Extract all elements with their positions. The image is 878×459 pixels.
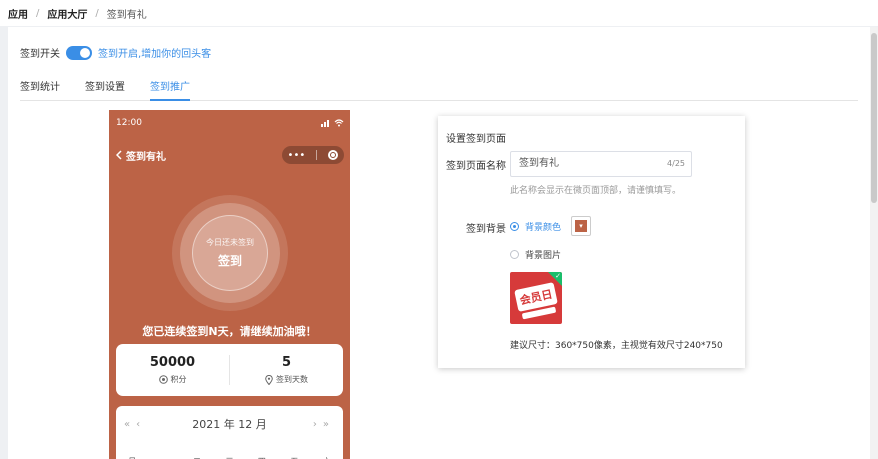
calendar-year-unit: 年 — [223, 418, 235, 431]
scrollbar-thumb[interactable] — [871, 33, 877, 203]
points-label-row: 积分 — [116, 374, 229, 385]
calendar-header: «‹ 2021 年 12 月 ›» — [116, 416, 343, 432]
bg-color-radio[interactable] — [510, 221, 519, 231]
location-pin-icon — [265, 374, 273, 385]
bg-color-picker[interactable]: ▾ — [571, 216, 592, 236]
main-panel: 签到开关 签到开启,增加你的回头客 签到统计 签到设置 签到推广 12:00 签… — [8, 27, 870, 459]
signin-switch-hint: 签到开启,增加你的回头客 — [98, 49, 212, 60]
sign-status-text: 今日还未签到 — [206, 238, 254, 247]
settings-card: 设置签到页面 签到页面名称 签到有礼 4/25 此名称会显示在微页面顶部，请谨慎… — [438, 116, 745, 368]
capsule-divider — [316, 150, 318, 160]
tab-bar: 签到统计 签到设置 签到推广 — [20, 79, 858, 101]
points-value: 50000 — [149, 355, 196, 370]
calendar-next-nav[interactable]: ›» — [313, 419, 335, 430]
bg-color-option[interactable]: 背景颜色 ▾ — [510, 216, 592, 236]
status-icons — [321, 118, 344, 128]
days-stat: 5 签到天数 — [230, 355, 343, 385]
breadcrumb-current: 签到有礼 — [106, 9, 147, 21]
stats-card: 50000 积分 5 签到天数 — [116, 344, 343, 396]
check-icon: ✓ — [555, 272, 561, 280]
background-image-thumbnail[interactable]: 会员日 ✓ — [510, 272, 562, 324]
breadcrumb-apps[interactable]: 应用 — [8, 6, 28, 21]
phone-header: 签到有礼 ••• — [116, 146, 344, 164]
signin-switch-row: 签到开关 签到开启,增加你的回头客 — [20, 45, 211, 60]
sign-in-button[interactable]: 今日还未签到 签到 — [192, 215, 268, 291]
page-name-tip: 此名称会显示在微页面顶部，请谨慎填写。 — [510, 186, 682, 196]
days-label: 签到天数 — [276, 375, 308, 384]
more-icon[interactable]: ••• — [288, 150, 306, 161]
points-icon — [158, 375, 168, 384]
breadcrumb-separator: / — [95, 7, 99, 19]
status-time: 12:00 — [116, 118, 142, 128]
page-name-value: 签到有礼 — [519, 158, 559, 169]
bg-image-label: 背景图片 — [525, 251, 562, 261]
background-label: 签到背景 — [466, 224, 506, 235]
phone-preview: 12:00 签到有礼 ••• 今日还未签到 签到 您已连续签到N天，请继续加油哦… — [109, 110, 350, 459]
signal-icon — [321, 120, 329, 127]
streak-message: 您已连续签到N天，请继续加油哦！ — [142, 325, 317, 338]
status-bar: 12:00 — [116, 118, 344, 128]
settings-title: 设置签到页面 — [446, 134, 506, 145]
breadcrumb-app-hall[interactable]: 应用大厅 — [47, 6, 87, 21]
phone-page-title: 签到有礼 — [126, 151, 166, 163]
tab-signin-stats[interactable]: 签到统计 — [20, 79, 60, 101]
mini-program-capsule: ••• — [282, 146, 344, 164]
page-name-input[interactable]: 签到有礼 4/25 — [510, 151, 692, 177]
calendar-year: 2021 — [192, 418, 221, 431]
calendar-month: 12 — [238, 418, 253, 431]
points-label: 积分 — [170, 375, 187, 384]
wifi-icon — [334, 119, 344, 127]
close-target-icon[interactable] — [328, 150, 339, 160]
phone-title-group: 签到有礼 — [116, 148, 166, 163]
tab-signin-promotion[interactable]: 签到推广 — [150, 79, 190, 101]
sign-in-label: 签到 — [217, 254, 242, 268]
calendar-month-unit: 月 — [255, 418, 267, 431]
sign-outer-glow: 今日还未签到 签到 — [172, 195, 288, 311]
page-name-label: 签到页面名称 — [446, 161, 506, 172]
page-scrollbar[interactable] — [870, 27, 878, 459]
calendar-title: 2021 年 12 月 — [192, 416, 267, 432]
points-stat: 50000 积分 — [116, 355, 229, 385]
tab-signin-settings[interactable]: 签到设置 — [85, 79, 125, 101]
bg-image-option[interactable]: 背景图片 — [510, 248, 561, 261]
calendar-card: «‹ 2021 年 12 月 ›» 日 一 二 三 四 五 六 — [116, 406, 343, 459]
bg-color-label: 背景颜色 — [525, 222, 562, 233]
signin-toggle[interactable] — [66, 45, 92, 60]
chevron-down-icon: ▾ — [575, 220, 588, 232]
calendar-prev-nav[interactable]: «‹ — [124, 419, 146, 430]
days-label-row: 签到天数 — [230, 374, 343, 385]
bg-image-radio[interactable] — [510, 250, 519, 259]
page-name-counter: 4/25 — [667, 159, 685, 168]
back-chevron-icon[interactable] — [116, 150, 122, 160]
signin-switch-label: 签到开关 — [20, 49, 60, 60]
breadcrumb-separator: / — [36, 7, 40, 19]
breadcrumb: 应用 / 应用大厅 / 签到有礼 — [0, 0, 878, 26]
size-recommendation: 建议尺寸：360*750像素，主视觉有效尺寸240*750 — [510, 341, 723, 351]
days-value: 5 — [281, 355, 292, 370]
